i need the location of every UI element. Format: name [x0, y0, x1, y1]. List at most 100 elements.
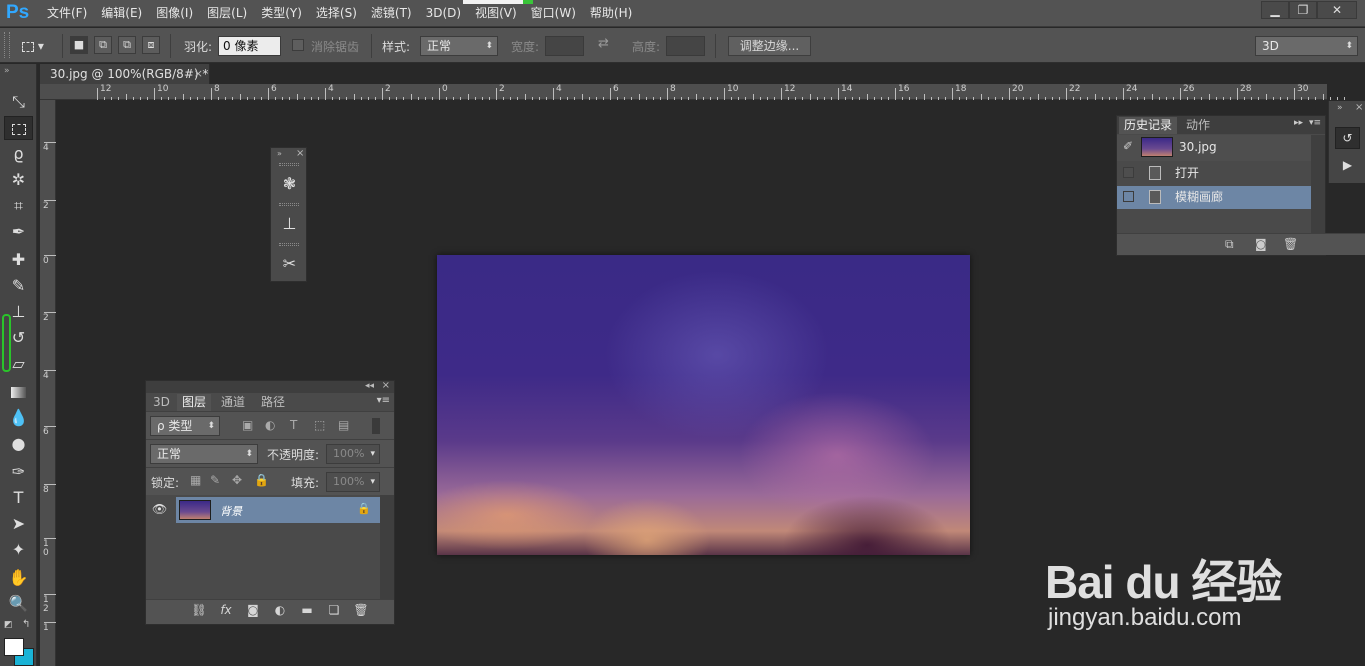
- visibility-eye-icon[interactable]: 👁: [152, 502, 167, 516]
- layer-row[interactable]: 背景 🔒: [176, 497, 381, 523]
- new-document-icon[interactable]: ⧉: [1225, 237, 1234, 252]
- menu-edit[interactable]: 编辑(E): [94, 0, 149, 27]
- menu-help[interactable]: 帮助(H): [583, 0, 639, 27]
- close-button[interactable]: ✕: [1317, 1, 1357, 19]
- trash-icon[interactable]: 🗑: [352, 603, 370, 617]
- clone-source-icon[interactable]: ⊥: [275, 212, 304, 236]
- tab-history[interactable]: 历史记录: [1119, 117, 1178, 134]
- brush-tool-icon[interactable]: ✎: [4, 274, 33, 298]
- width-input[interactable]: [545, 36, 584, 56]
- history-scrollbar[interactable]: [1311, 135, 1325, 233]
- tab-actions[interactable]: 动作: [1181, 117, 1215, 134]
- eyedropper-tool-icon[interactable]: ✒: [4, 220, 33, 244]
- style-select[interactable]: 正常 ⬍: [420, 36, 498, 56]
- lasso-tool-icon[interactable]: ϱ: [4, 142, 33, 166]
- filter-smart-icon[interactable]: ▤: [338, 418, 349, 432]
- menu-view[interactable]: 视图(V): [468, 0, 524, 27]
- crop-tool-icon[interactable]: ⌗: [4, 194, 33, 218]
- default-colors-icon[interactable]: ◩: [4, 620, 13, 630]
- tab-paths[interactable]: 路径: [256, 394, 290, 411]
- history-item-selected[interactable]: 模糊画廊: [1117, 186, 1311, 209]
- filter-toggle[interactable]: [372, 418, 380, 434]
- swap-colors-icon[interactable]: ↰: [22, 619, 30, 630]
- fill-input[interactable]: 100% ▾: [326, 472, 380, 492]
- close-icon[interactable]: ×: [1355, 102, 1363, 113]
- zoom-tool-icon[interactable]: 🔍: [4, 592, 33, 616]
- type-tool-icon[interactable]: T: [4, 486, 33, 510]
- link-icon[interactable]: ⛓: [190, 603, 208, 617]
- height-input[interactable]: [666, 36, 705, 56]
- menu-file[interactable]: 文件(F): [40, 0, 94, 27]
- mask-icon[interactable]: ◙: [244, 603, 262, 617]
- marquee-preset-icon[interactable]: ▾: [22, 36, 58, 56]
- trash-icon[interactable]: 🗑: [1283, 237, 1298, 251]
- new-selection-icon[interactable]: ■: [70, 36, 88, 54]
- channel-mixer-icon[interactable]: ❃: [275, 172, 304, 196]
- feather-input[interactable]: 0 像素: [218, 36, 281, 56]
- tool-presets-icon[interactable]: ✂: [275, 252, 304, 276]
- close-icon[interactable]: ×: [382, 380, 390, 391]
- pen-tool-icon[interactable]: ✑: [4, 460, 33, 484]
- actions-play-icon[interactable]: ▶: [1335, 155, 1360, 177]
- expand-icon[interactable]: ▸▸: [1294, 118, 1303, 128]
- opacity-input[interactable]: 100% ▾: [326, 444, 380, 464]
- fx-icon[interactable]: fx: [217, 603, 235, 617]
- lock-all-icon[interactable]: 🔒: [254, 473, 269, 487]
- healing-brush-tool-icon[interactable]: ✚: [4, 248, 33, 272]
- restore-button[interactable]: ❐: [1289, 1, 1317, 19]
- workspace-select[interactable]: 3D ⬍: [1255, 36, 1358, 56]
- filter-kind-select[interactable]: ρ 类型 ⬍: [150, 416, 220, 436]
- add-selection-icon[interactable]: ⧉: [94, 36, 112, 54]
- canvas-image[interactable]: [437, 255, 970, 555]
- lock-position-icon[interactable]: ✥: [232, 473, 242, 487]
- history-checkbox[interactable]: [1123, 167, 1134, 178]
- folder-icon[interactable]: ▬: [298, 603, 316, 617]
- custom-shape-tool-icon[interactable]: ✦: [4, 538, 33, 562]
- tab-layers[interactable]: 图层: [177, 394, 212, 411]
- close-tab-icon[interactable]: ×: [194, 64, 203, 84]
- menu-select[interactable]: 选择(S): [309, 0, 364, 27]
- lock-pixels-icon[interactable]: ✎: [210, 473, 220, 487]
- filter-adjust-icon[interactable]: ◐: [265, 418, 275, 432]
- camera-icon[interactable]: ◙: [1255, 237, 1267, 251]
- layer-scrollbar[interactable]: [380, 495, 394, 599]
- menu-image[interactable]: 图像(I): [149, 0, 200, 27]
- antialias-checkbox[interactable]: [292, 39, 304, 51]
- new-layer-icon[interactable]: ❏: [325, 603, 343, 617]
- menu-window[interactable]: 窗口(W): [524, 0, 583, 27]
- lock-transparent-icon[interactable]: ▦: [190, 473, 201, 487]
- menu-filter[interactable]: 滤镜(T): [364, 0, 419, 27]
- magic-wand-tool-icon[interactable]: ✲: [4, 168, 33, 192]
- menu-3d[interactable]: 3D(D): [419, 0, 468, 27]
- dodge-tool-icon[interactable]: ●: [4, 432, 33, 456]
- subtract-selection-icon[interactable]: ⧉: [118, 36, 136, 54]
- rect-marquee-tool-icon[interactable]: [4, 116, 33, 140]
- path-selection-tool-icon[interactable]: ➤: [4, 512, 33, 536]
- history-item[interactable]: 打开: [1117, 162, 1311, 185]
- refine-edge-button[interactable]: 调整边缘...: [728, 36, 811, 56]
- tab-channels[interactable]: 通道: [216, 394, 250, 411]
- history-checkbox[interactable]: [1123, 191, 1134, 202]
- collapse-icon[interactable]: »: [1337, 103, 1343, 113]
- intersect-selection-icon[interactable]: ⧈: [142, 36, 160, 54]
- minimize-button[interactable]: ▁: [1261, 1, 1289, 19]
- history-dock-icon[interactable]: ↺: [1335, 127, 1360, 149]
- tab-3d[interactable]: 3D: [148, 394, 175, 411]
- panel-menu-icon[interactable]: ▾≡: [1309, 118, 1321, 128]
- filter-pixel-icon[interactable]: ▣: [242, 418, 253, 432]
- filter-type-icon[interactable]: T: [290, 418, 297, 432]
- swap-icon[interactable]: ⇄: [598, 36, 614, 51]
- foreground-color-swatch[interactable]: [4, 638, 24, 656]
- blur-tool-icon[interactable]: 💧: [4, 406, 33, 430]
- blend-mode-select[interactable]: 正常 ⬍: [150, 444, 258, 464]
- adjustment-icon[interactable]: ◐: [271, 603, 289, 617]
- panel-menu-icon[interactable]: ▾≡: [377, 395, 390, 406]
- history-brush-source-icon[interactable]: ✐: [1123, 139, 1133, 153]
- collapse-icon[interactable]: »: [277, 149, 282, 158]
- collapse-icon[interactable]: ◂◂: [365, 381, 374, 391]
- document-tab[interactable]: 30.jpg @ 100%(RGB/8#) * ×: [40, 64, 210, 84]
- filter-shape-icon[interactable]: ⬚: [314, 418, 325, 432]
- move-tool-icon[interactable]: ⤡: [4, 90, 33, 114]
- menu-type[interactable]: 类型(Y): [254, 0, 309, 27]
- menu-layer[interactable]: 图层(L): [200, 0, 254, 27]
